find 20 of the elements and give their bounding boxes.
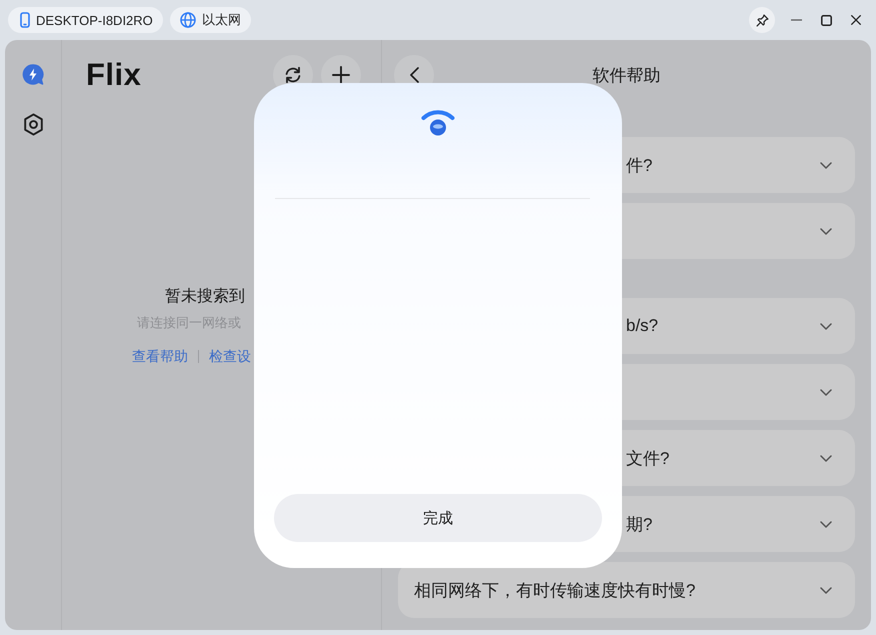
globe-icon [180,12,196,28]
panel-title: 软件帮助 [592,64,662,86]
wifi-icon [421,109,455,136]
settings-icon[interactable] [22,113,44,136]
close-icon[interactable] [851,15,861,25]
maximize-icon[interactable] [820,14,832,26]
app-logo: Flix [86,57,142,93]
minimize-icon[interactable] [790,19,802,21]
phone-icon [20,12,30,28]
refresh-icon [283,65,303,85]
plus-icon [332,66,350,84]
done-button[interactable]: 完成 [274,494,602,542]
faq-item[interactable]: 相同网络下，有时传输速度快有时慢? [398,562,855,618]
empty-state-title: 暂未搜索到 [165,286,245,307]
device-chip[interactable]: DESKTOP-I8DI2RO [8,7,163,33]
pin-button[interactable] [749,7,775,33]
lightning-bubble-icon[interactable] [22,64,44,85]
network-chip[interactable]: 以太网 [170,7,251,33]
chevron-left-icon [410,67,418,83]
pin-icon [756,14,768,26]
